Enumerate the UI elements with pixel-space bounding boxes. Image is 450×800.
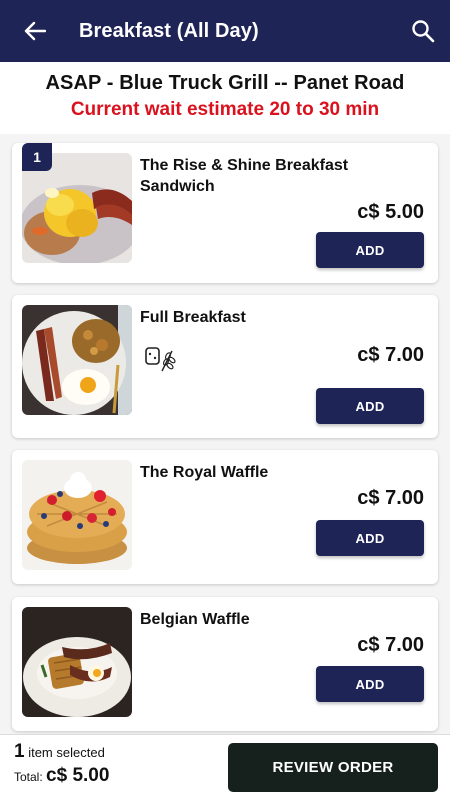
page-title: Breakfast (All Day) xyxy=(79,19,259,42)
menu-item-card[interactable]: 1 The Rise & Shine Breakfast Sandwich c$… xyxy=(12,143,438,283)
add-button[interactable]: ADD xyxy=(316,388,424,424)
selected-count-label: item selected xyxy=(28,745,105,760)
add-button[interactable]: ADD xyxy=(316,520,424,556)
menu-item-card[interactable]: Belgian Waffle c$ 7.00 ADD xyxy=(12,597,438,731)
item-price: c$ 5.00 xyxy=(357,201,424,223)
selected-count: 1 item selected xyxy=(14,741,105,763)
item-name: Belgian Waffle xyxy=(140,611,250,628)
item-price: c$ 7.00 xyxy=(357,487,424,509)
item-name: Full Breakfast xyxy=(140,309,246,326)
item-price: c$ 7.00 xyxy=(357,634,424,656)
selected-count-number: 1 xyxy=(14,741,25,762)
item-price: c$ 7.00 xyxy=(357,344,424,366)
menu-item-list[interactable]: 1 The Rise & Shine Breakfast Sandwich c$… xyxy=(0,134,450,734)
total-label: Total: xyxy=(14,770,43,784)
order-total: Total: c$ 5.00 xyxy=(14,765,109,787)
add-button[interactable]: ADD xyxy=(316,666,424,702)
menu-item-card[interactable]: The Royal Waffle c$ 7.00 ADD xyxy=(12,450,438,584)
review-order-button[interactable]: REVIEW ORDER xyxy=(228,743,438,792)
food-image-full-breakfast xyxy=(22,305,132,415)
item-name: The Royal Waffle xyxy=(140,464,269,481)
wait-estimate: Current wait estimate 20 to 30 min xyxy=(70,99,380,120)
menu-item-card[interactable]: Full Breakfast c$ 7.00 ADD xyxy=(12,295,438,438)
add-button[interactable]: ADD xyxy=(316,232,424,268)
order-footer: 1 item selected Total: c$ 5.00 REVIEW OR… xyxy=(0,734,450,800)
gluten-wheat-icon xyxy=(145,347,176,372)
search-icon xyxy=(412,20,435,43)
back-button[interactable] xyxy=(0,0,70,62)
item-name: The Rise & Shine Breakfast Sandwich xyxy=(140,157,349,195)
total-value: c$ 5.00 xyxy=(46,765,110,786)
food-image-belgian-waffle xyxy=(22,607,132,717)
quantity-badge: 1 xyxy=(22,143,52,171)
app-bar: Breakfast (All Day) xyxy=(0,0,450,62)
app: Breakfast (All Day) ASAP - Blue Truck Gr… xyxy=(0,0,450,800)
store-header: ASAP - Blue Truck Grill -- Panet Road Cu… xyxy=(0,62,450,134)
food-image-royal-waffle xyxy=(22,460,132,570)
store-name: ASAP - Blue Truck Grill -- Panet Road xyxy=(45,72,405,94)
search-button[interactable] xyxy=(406,13,440,49)
arrow-left-icon xyxy=(24,21,46,41)
